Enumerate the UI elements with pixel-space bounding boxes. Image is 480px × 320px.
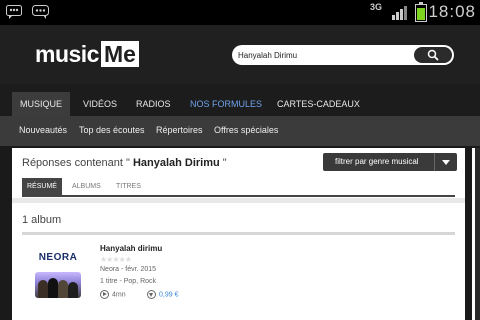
buy-button[interactable]: 0,99 € xyxy=(147,290,178,299)
results-title-prefix: Réponses contenant " xyxy=(22,157,133,169)
subnav-item-top-ecoutes[interactable]: Top des écoutes xyxy=(79,125,145,135)
results-title: Réponses contenant " Hanyalah Dirimu " xyxy=(22,157,227,169)
results-header: Réponses contenant " Hanyalah Dirimu " f… xyxy=(12,148,465,198)
count-divider xyxy=(22,232,455,235)
tab-albums[interactable]: ALBUMS xyxy=(67,178,106,196)
results-card: Réponses contenant " Hanyalah Dirimu " f… xyxy=(12,148,465,320)
album-title[interactable]: Hanyalah dirimu xyxy=(100,244,162,253)
tabs-underline xyxy=(22,195,455,197)
genre-filter-label: filtrer par genre musical xyxy=(335,157,419,166)
album-price: 0,99 € xyxy=(159,291,179,299)
nav-item-nos-formules[interactable]: NOS FORMULES xyxy=(182,92,270,116)
tab-titres[interactable]: TITRES xyxy=(111,178,146,196)
album-list-item[interactable]: NEORA Hanyalah dirimu ★★★★★ Neora - févr… xyxy=(22,242,455,312)
subnav-item-repertoires[interactable]: Répertoires xyxy=(156,125,203,135)
tab-resume[interactable]: RÉSUMÉ xyxy=(22,178,62,196)
cover-band-name: NEORA xyxy=(38,252,78,263)
genre-filter-dropdown[interactable]: filtrer par genre musical xyxy=(323,153,457,171)
nav-item-radios[interactable]: RADIOS xyxy=(128,92,179,116)
search-icon xyxy=(427,49,439,61)
album-rating[interactable]: ★★★★★ xyxy=(100,255,132,264)
cover-photo xyxy=(35,272,81,298)
site-header: music Me xyxy=(0,25,480,84)
album-cover[interactable]: NEORA xyxy=(32,248,84,300)
results-query: Hanyalah Dirimu xyxy=(132,157,220,169)
album-info: Hanyalah dirimu ★★★★★ Neora - févr. 2015… xyxy=(100,244,178,299)
network-type: 3G xyxy=(370,2,383,12)
search-box xyxy=(232,45,454,65)
album-count: 1 album xyxy=(22,214,62,226)
logo-text-music: music xyxy=(35,40,99,67)
nav-item-cartes-cadeaux[interactable]: CARTES-CADEAUX xyxy=(269,92,368,116)
album-details: 1 titre - Pop, Rock xyxy=(100,278,157,285)
clock: 18:08 xyxy=(428,2,476,21)
battery-icon xyxy=(415,2,427,27)
bbm-notification-icon xyxy=(6,5,22,24)
signal-icon xyxy=(392,4,410,25)
play-button[interactable]: 4mn xyxy=(100,290,126,299)
section-separator xyxy=(12,198,465,203)
subnav-item-nouveautes[interactable]: Nouveautés xyxy=(19,125,67,135)
side-panel-edge xyxy=(472,148,480,320)
filter-divider xyxy=(434,153,435,171)
sub-nav: Nouveautés Top des écoutes Répertoires O… xyxy=(0,116,480,146)
search-input[interactable] xyxy=(238,48,408,62)
status-bar: 3G 18:08 xyxy=(0,0,480,25)
play-icon xyxy=(100,290,109,299)
album-actions: 4mn 0,99 € xyxy=(100,290,220,302)
logo-text-me: Me xyxy=(100,41,139,67)
main-nav: MUSIQUE VIDÉOS RADIOS NOS FORMULES CARTE… xyxy=(0,84,480,116)
nav-item-videos[interactable]: VIDÉOS xyxy=(75,92,125,116)
download-icon xyxy=(147,290,156,299)
nav-item-musique[interactable]: MUSIQUE xyxy=(12,92,70,116)
subnav-item-offres-speciales[interactable]: Offres spéciales xyxy=(214,125,278,135)
search-button[interactable] xyxy=(414,47,452,63)
musicme-logo[interactable]: music Me xyxy=(35,41,139,67)
album-artist-date: Neora - févr. 2015 xyxy=(100,266,157,273)
results-title-suffix: " xyxy=(219,157,227,169)
album-duration: 4mn xyxy=(112,291,126,299)
chat-notification-icon xyxy=(32,5,50,24)
chevron-down-icon xyxy=(442,160,450,165)
